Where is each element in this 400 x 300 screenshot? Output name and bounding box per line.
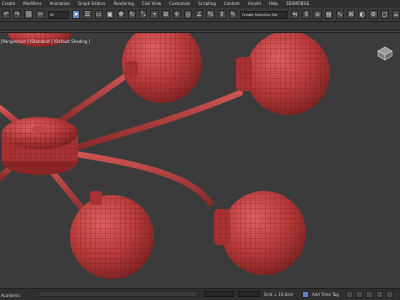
toggle-ribbon-icon[interactable]: ▤ xyxy=(324,10,333,19)
status-bar: Academic Grid = 10.0cm Add Time Tag xyxy=(0,288,400,300)
render-setup-icon[interactable]: ⚙ xyxy=(369,10,378,19)
menu-arnold[interactable]: Arnold xyxy=(248,0,261,8)
link-icon[interactable]: ⛓ xyxy=(24,10,34,19)
named-selection-set-dropdown[interactable]: Create Selection Set xyxy=(239,10,289,19)
ribbon-bar xyxy=(0,22,400,31)
menu-content[interactable]: Content xyxy=(224,0,240,8)
window-crossing-icon[interactable]: ▣ xyxy=(105,10,114,19)
main-toolbar: ↶ ↷ ⛓ ✂ All ➤ ☰ ▭ ▣ ✥ ↻ ⤡ ⌖ ⊞ ✛ ◎ ∠ % ⇕ … xyxy=(0,8,400,22)
percent-snap-icon[interactable]: % xyxy=(206,10,215,19)
menu-customize[interactable]: Customize xyxy=(169,0,190,8)
menu-scripting[interactable]: Scripting xyxy=(198,0,216,8)
x-coordinate-field[interactable] xyxy=(204,291,234,297)
placement-icon[interactable]: ⌖ xyxy=(150,10,159,19)
curve-editor-icon[interactable]: ∿ xyxy=(335,10,344,19)
viewcube-home-icon[interactable] xyxy=(376,45,394,61)
menu-create[interactable]: Create xyxy=(2,0,15,8)
undo-icon[interactable]: ↶ xyxy=(2,10,11,19)
menu-graph-editors[interactable]: Graph Editors xyxy=(78,0,105,8)
globe-upper-center xyxy=(122,33,202,103)
globe-lower-left xyxy=(70,191,154,279)
scene-render xyxy=(0,33,330,279)
reference-system-icon[interactable]: ⊞ xyxy=(161,10,170,19)
auto-key-button[interactable] xyxy=(302,291,309,298)
unlink-icon[interactable]: ✂ xyxy=(36,10,45,19)
select-object-icon[interactable]: ➤ xyxy=(72,10,81,19)
go-to-end-icon[interactable] xyxy=(366,291,373,298)
rotate-icon[interactable]: ↻ xyxy=(128,10,137,19)
status-text: Academic xyxy=(1,293,21,298)
edit-named-selection-icon[interactable]: ✎ xyxy=(228,10,237,19)
add-time-tag-label[interactable]: Add Time Tag xyxy=(312,292,339,297)
redo-icon[interactable]: ↷ xyxy=(13,10,22,19)
menu-modifiers[interactable]: Modifiers xyxy=(23,0,41,8)
menu-3dsmobile[interactable]: 3DSMOBILE xyxy=(286,0,309,8)
move-icon[interactable]: ✥ xyxy=(116,10,126,19)
globe-lower-right xyxy=(214,191,306,275)
align-icon[interactable]: ⫴ xyxy=(302,10,311,19)
render-frame-icon[interactable]: ▢ xyxy=(380,10,389,19)
grid-label: Grid = 10.0cm xyxy=(264,292,294,297)
scale-icon[interactable]: ⤡ xyxy=(139,10,148,19)
globe-upper-right xyxy=(236,33,330,115)
pivot-icon[interactable]: ✛ xyxy=(172,10,182,19)
layer-explorer-icon[interactable]: ≡ xyxy=(313,10,322,19)
menu-animation[interactable]: Animation xyxy=(50,0,70,8)
schematic-view-icon[interactable]: ⌘ xyxy=(346,10,356,19)
selection-filter-dropdown[interactable]: All xyxy=(47,10,70,19)
select-by-name-icon[interactable]: ☰ xyxy=(83,10,92,19)
hub xyxy=(2,117,78,175)
menu-help[interactable]: Help xyxy=(269,0,278,8)
rectangle-selection-icon[interactable]: ▭ xyxy=(94,10,103,19)
viewport-label[interactable]: [Perspective ] [Standard ] [Default Shad… xyxy=(1,39,90,44)
menu-bar: Create Modifiers Animation Graph Editors… xyxy=(0,0,400,8)
snap-toggle-icon[interactable]: ◎ xyxy=(184,10,193,19)
perspective-viewport[interactable]: [Perspective ] [Standard ] [Default Shad… xyxy=(0,32,400,288)
next-frame-icon[interactable] xyxy=(356,291,363,298)
orbit-icon[interactable] xyxy=(386,291,393,298)
mirror-icon[interactable]: ⇋ xyxy=(291,10,300,19)
render-production-icon[interactable]: ☕ xyxy=(391,10,400,19)
menu-civil-view[interactable]: Civil View xyxy=(142,0,161,8)
spinner-snap-icon[interactable]: ⇕ xyxy=(217,10,226,19)
material-editor-icon[interactable]: ◐ xyxy=(358,10,367,19)
menu-rendering[interactable]: Rendering xyxy=(113,0,133,8)
time-slider[interactable] xyxy=(38,291,198,297)
angle-snap-icon[interactable]: ∠ xyxy=(195,10,204,19)
zoom-icon[interactable] xyxy=(376,291,383,298)
y-coordinate-field[interactable] xyxy=(238,291,260,297)
play-icon[interactable] xyxy=(346,291,353,298)
